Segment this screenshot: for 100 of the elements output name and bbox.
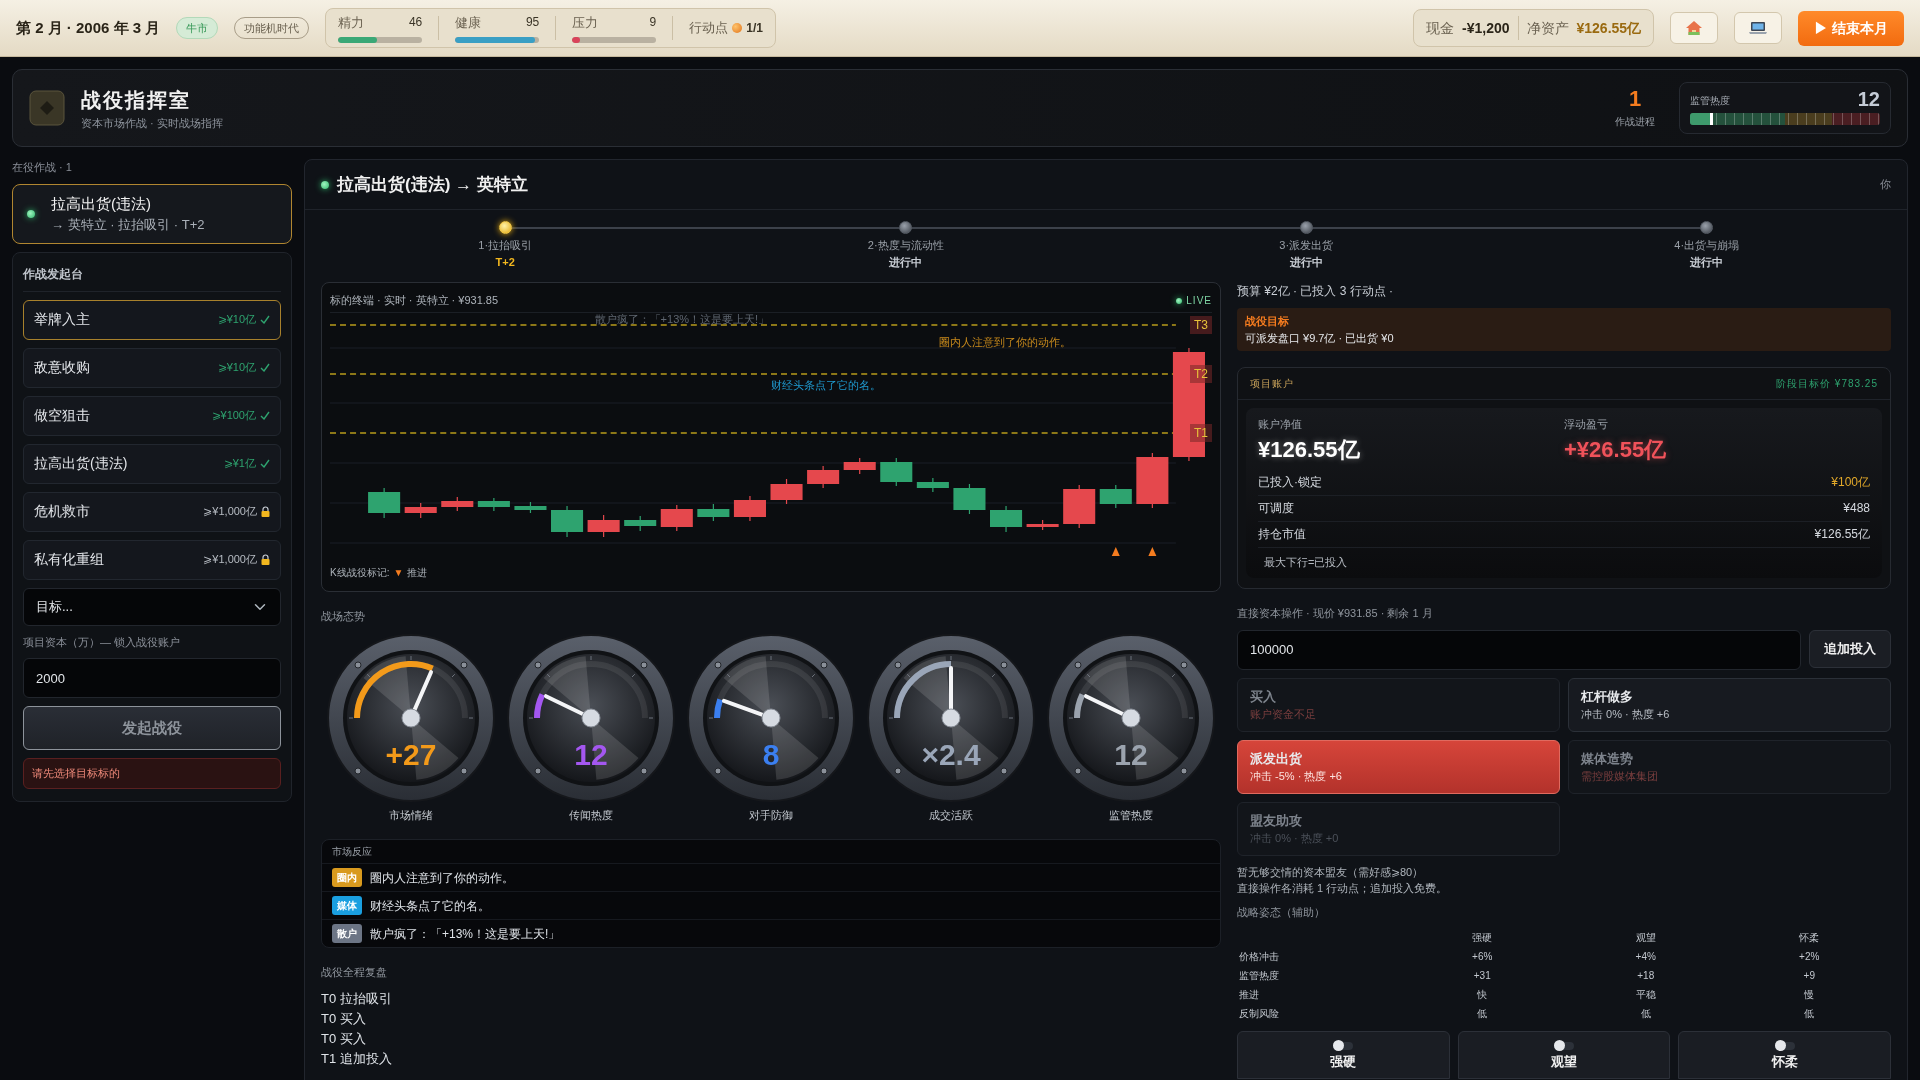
reaction-text: 圈内人注意到了你的动作。 bbox=[370, 869, 514, 887]
stance-button[interactable]: 观望 bbox=[1457, 1031, 1671, 1079]
reaction-text: 散户疯了：「+13%！这是要上天!」 bbox=[370, 925, 561, 943]
status-dot-icon bbox=[321, 180, 329, 189]
replay-entry: T0 买入 bbox=[321, 1009, 367, 1028]
home-button[interactable] bbox=[1670, 12, 1719, 44]
gauge-label: 监管热度 bbox=[1109, 807, 1153, 823]
live-dot-icon bbox=[1176, 297, 1183, 304]
candlestick bbox=[990, 505, 1023, 533]
orb-icon bbox=[732, 23, 743, 33]
table-cell-text: +18 bbox=[1636, 969, 1656, 983]
target-select[interactable]: 目标... bbox=[23, 587, 281, 626]
candlestick bbox=[697, 503, 730, 522]
candlestick bbox=[660, 504, 693, 532]
user-label: 你 bbox=[1880, 177, 1891, 193]
check-icon bbox=[260, 459, 270, 468]
account-value: ¥100亿 bbox=[1831, 474, 1870, 491]
candlestick bbox=[1136, 452, 1169, 509]
marker-icon bbox=[1111, 547, 1120, 556]
heat-label: 监管热度 bbox=[1690, 94, 1730, 108]
gauge-label: 市场情绪 bbox=[389, 807, 433, 823]
candlestick bbox=[733, 495, 766, 522]
operation-title: 拉高出货(违法) bbox=[51, 193, 152, 214]
legend-text: 推进 bbox=[407, 566, 428, 580]
goal-title: 战役目标 bbox=[1245, 314, 1290, 329]
candlestick bbox=[807, 465, 840, 489]
net-value: ¥126.55亿 bbox=[1258, 435, 1361, 464]
account-note: 最大下行=已投入 bbox=[1263, 554, 1349, 570]
action-card[interactable]: 派发出货 冲击 -5% · 热度 +6 bbox=[1237, 739, 1560, 794]
stat-label: 健康 bbox=[455, 14, 482, 33]
operation-card[interactable]: 拉高出货(违法) → 英特立 · 拉抬吸引 · T+2 bbox=[12, 183, 292, 244]
step-label: 3·派发出货 bbox=[1278, 238, 1335, 253]
operation-option[interactable]: 做空狙击 ⩾¥100亿 bbox=[23, 395, 281, 436]
operation-option[interactable]: 敌意收购 ⩾¥10亿 bbox=[23, 347, 281, 388]
gauge-label: 成交活跃 bbox=[929, 807, 973, 823]
gauge-value: 12 bbox=[574, 737, 608, 771]
table-cell-text: 慢 bbox=[1803, 988, 1816, 1002]
legend-label: K线战役标记: bbox=[330, 566, 390, 580]
status-tag: 牛市 bbox=[176, 16, 219, 40]
candlestick bbox=[880, 457, 913, 487]
capital-field[interactable]: 2000 bbox=[23, 658, 281, 698]
candlestick bbox=[1099, 484, 1132, 509]
step-label: 2·热度与流动性 bbox=[866, 238, 945, 253]
candlestick bbox=[514, 501, 547, 514]
gauge-value: ×2.4 bbox=[921, 737, 981, 771]
lock-icon bbox=[261, 506, 270, 517]
source-tag: 媒体 bbox=[332, 896, 362, 915]
note-text: 暂无够交情的资本盟友（需好感⩾80） bbox=[1237, 864, 1425, 880]
gauge-label: 对手防御 bbox=[749, 807, 793, 823]
net-worth-value: ¥126.55亿 bbox=[1576, 18, 1642, 38]
step-status: 进行中 bbox=[888, 254, 924, 270]
gauge-value: 12 bbox=[1114, 737, 1148, 771]
step-label: 1·拉抬吸引 bbox=[477, 238, 534, 253]
house-icon bbox=[1685, 20, 1704, 36]
lock-icon bbox=[261, 554, 270, 565]
account-label: 持仓市值 bbox=[1258, 526, 1306, 543]
operation-option[interactable]: 拉高出货(违法) ⩾¥1亿 bbox=[23, 443, 281, 484]
stat-value: 46 bbox=[408, 14, 423, 32]
table-cell-text: 快 bbox=[1476, 988, 1489, 1002]
add-investment-button[interactable]: 追加投入 bbox=[1809, 629, 1891, 668]
goal-text: 可派发盘口 ¥9.7亿 · 已出货 ¥0 bbox=[1245, 330, 1395, 346]
source-tag: 圈内 bbox=[332, 868, 362, 887]
terminal-title: 标的终端 · 实时 · 英特立 · ¥931.85 bbox=[330, 293, 499, 309]
table-cell-text: 价格冲击 bbox=[1238, 950, 1280, 964]
account-label: 已投入·锁定 bbox=[1258, 474, 1322, 491]
section-label: 战略姿态（辅助） bbox=[1237, 904, 1326, 920]
stance-button[interactable]: 怀柔 bbox=[1678, 1031, 1891, 1079]
laptop-button[interactable] bbox=[1734, 12, 1783, 44]
overlay-message: 财经头条点了它的名。 bbox=[771, 378, 881, 393]
live-label: LIVE bbox=[1186, 294, 1212, 308]
date-label: 第 2 月 · 2006 年 3 月 bbox=[16, 17, 161, 38]
operation-option[interactable]: 举牌入主 ⩾¥10亿 bbox=[23, 299, 281, 340]
target-label: T3 bbox=[1190, 316, 1212, 334]
table-cell-text: 反制风险 bbox=[1238, 1007, 1280, 1021]
section-label: 战场态势 bbox=[321, 609, 366, 624]
stance-button[interactable]: 强硬 bbox=[1237, 1031, 1450, 1079]
candlestick bbox=[770, 478, 803, 505]
progress-label: 作战进程 bbox=[1615, 114, 1655, 129]
table-cell-text: +2% bbox=[1798, 950, 1821, 964]
heat-value: 12 bbox=[1857, 89, 1880, 109]
account-label: 可调度 bbox=[1258, 500, 1294, 517]
action-card[interactable]: 杠杆做多 冲击 0% · 热度 +6 bbox=[1568, 677, 1891, 732]
budget-text: 预算 ¥2亿 · 已投入 3 行动点 · bbox=[1237, 283, 1395, 300]
field-label: 项目资本（万）— 锁入战役账户 bbox=[23, 634, 182, 650]
pnl-value: +¥26.55亿 bbox=[1564, 435, 1668, 464]
gauge-value: 8 bbox=[762, 737, 780, 771]
candlestick bbox=[624, 515, 657, 532]
table-header: 怀柔 bbox=[1798, 931, 1821, 945]
source-tag: 散户 bbox=[332, 924, 362, 943]
panel-title: 项目账户 bbox=[1250, 377, 1294, 391]
candlestick bbox=[551, 505, 584, 538]
table-cell-text: +31 bbox=[1472, 969, 1492, 983]
candlestick bbox=[1063, 484, 1096, 529]
operation-option[interactable]: 危机救市 ⩾¥1,000亿 bbox=[23, 491, 281, 532]
table-header: 强硬 bbox=[1471, 931, 1494, 945]
amount-field[interactable]: 100000 bbox=[1237, 629, 1801, 670]
overlay-message: 散户疯了：「+13%！这是要上天!」 bbox=[594, 312, 770, 327]
operation-option[interactable]: 私有化重组 ⩾¥1,000亿 bbox=[23, 539, 281, 580]
table-cell-text: 推进 bbox=[1238, 988, 1260, 1002]
candlestick bbox=[916, 477, 949, 493]
